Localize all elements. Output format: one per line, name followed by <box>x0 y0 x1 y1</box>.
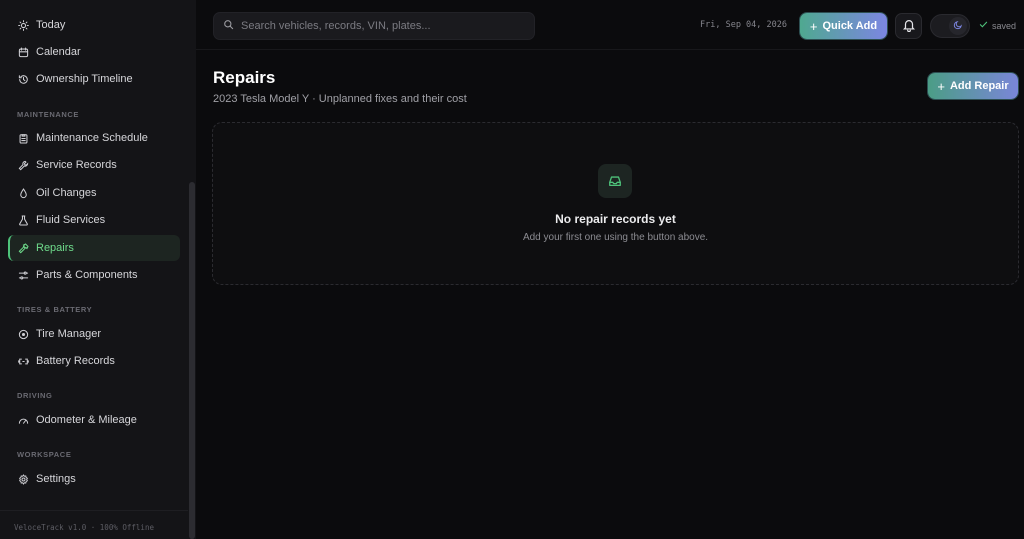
sidebar-item-maintenance-schedule[interactable]: Maintenance Schedule <box>8 125 180 151</box>
bell-icon <box>902 18 916 35</box>
sidebar-item-label: Service Records <box>36 159 117 171</box>
gear-icon <box>18 473 29 485</box>
sidebar-item-parts-components[interactable]: Parts & Components <box>8 262 180 288</box>
empty-state-subtitle: Add your first one using the button abov… <box>522 232 709 243</box>
sidebar-item-fluid-services[interactable]: Fluid Services <box>8 207 180 233</box>
flask-icon <box>18 215 29 226</box>
sun-icon <box>18 19 29 31</box>
history-icon <box>18 74 29 85</box>
app-version-text: VeloceTrack v1.0 · 100% Offline <box>14 523 154 532</box>
inbox-icon <box>598 164 632 198</box>
save-status-text: saved <box>992 20 1017 31</box>
sidebar-item-label: Maintenance Schedule <box>36 132 148 144</box>
sidebar-item-service-records[interactable]: Service Records <box>8 152 180 178</box>
search-input[interactable] <box>241 20 521 32</box>
sidebar-item-calendar[interactable]: Calendar <box>8 39 180 65</box>
current-date: Fri, Sep 04, 2026 <box>700 20 787 30</box>
sidebar-item-label: Calendar <box>36 46 81 58</box>
sidebar-item-settings[interactable]: Settings <box>8 466 180 492</box>
sidebar-item-label: Repairs <box>36 242 74 254</box>
moon-icon <box>953 19 963 33</box>
section-label-maintenance: MAINTENANCE <box>17 110 80 119</box>
sidebar-scrollbar-thumb[interactable] <box>189 182 195 539</box>
battery-icon <box>18 356 29 367</box>
sidebar-item-odometer-mileage[interactable]: Odometer & Mileage <box>8 407 180 433</box>
sliders-icon <box>18 270 29 281</box>
wrench-icon <box>18 160 29 171</box>
sidebar-item-oil-changes[interactable]: Oil Changes <box>8 180 180 206</box>
section-label-tires-battery: TIRES & BATTERY <box>17 305 93 314</box>
section-label-workspace: WORKSPACE <box>17 450 72 459</box>
sidebar-item-label: Battery Records <box>36 355 115 367</box>
add-repair-button[interactable]: + Add Repair <box>928 73 1018 99</box>
sidebar-item-label: Odometer & Mileage <box>36 414 137 426</box>
empty-state-title: No repair records yet <box>555 212 676 226</box>
sidebar-item-battery-records[interactable]: Battery Records <box>8 348 180 374</box>
save-status: saved <box>979 20 1016 31</box>
clipboard-icon <box>18 133 29 144</box>
check-icon <box>979 20 992 31</box>
sidebar-item-label: Fluid Services <box>36 214 106 226</box>
sidebar-item-today[interactable]: Today <box>8 12 180 38</box>
add-repair-label: Add Repair <box>949 80 1009 92</box>
section-label-driving: DRIVING <box>17 391 53 400</box>
sidebar-item-label: Tire Manager <box>36 328 102 340</box>
page-title: Repairs <box>213 68 276 87</box>
page-subtitle: 2023 Tesla Model Y · Unplanned fixes and… <box>213 93 467 105</box>
theme-toggle[interactable] <box>930 14 970 38</box>
search-box[interactable] <box>213 12 535 40</box>
notifications-button[interactable] <box>895 13 922 39</box>
sidebar-item-label: Settings <box>36 473 76 485</box>
plus-icon: + <box>809 18 818 34</box>
theme-toggle-knob <box>949 17 967 35</box>
plus-icon: + <box>937 78 945 94</box>
sidebar-item-label: Parts & Components <box>36 269 138 281</box>
droplet-icon <box>18 187 29 199</box>
tire-icon <box>18 329 29 340</box>
sidebar-item-label: Oil Changes <box>36 187 97 199</box>
calendar-icon <box>18 47 29 58</box>
gauge-icon <box>18 415 29 426</box>
quick-add-label: Quick Add <box>822 20 878 32</box>
quick-add-button[interactable]: + Quick Add <box>800 13 887 39</box>
empty-state-card <box>212 122 1019 285</box>
sidebar-item-label: Ownership Timeline <box>36 73 133 85</box>
sidebar-item-tire-manager[interactable]: Tire Manager <box>8 321 180 347</box>
sidebar-item-label: Today <box>36 19 66 31</box>
hammer-icon <box>18 242 29 254</box>
search-icon <box>223 19 241 33</box>
sidebar-item-ownership-timeline[interactable]: Ownership Timeline <box>8 66 180 92</box>
sidebar-item-repairs[interactable]: Repairs <box>8 235 180 261</box>
